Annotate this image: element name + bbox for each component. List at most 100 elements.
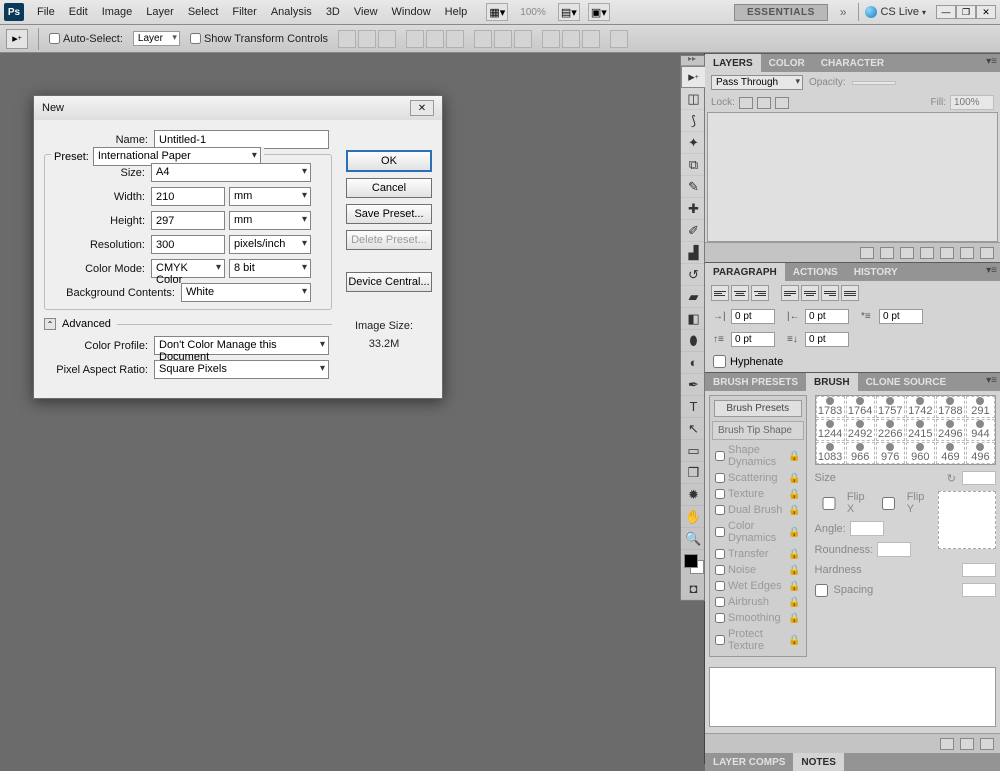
brush-tip-cell[interactable]: 944 xyxy=(966,419,995,441)
height-input[interactable] xyxy=(151,211,225,230)
tab-clone-source[interactable]: CLONE SOURCE xyxy=(858,373,955,391)
brush-tip-cell[interactable]: 960 xyxy=(906,442,935,464)
brush-option-noise[interactable]: Noise🔒 xyxy=(712,562,804,578)
layers-list[interactable] xyxy=(707,112,998,242)
roundness-field[interactable] xyxy=(877,542,911,557)
view-extras-icon[interactable]: ▤▾ xyxy=(558,3,580,21)
align-left-icon[interactable] xyxy=(406,30,424,48)
new-brush-icon[interactable] xyxy=(960,738,974,750)
fill-field[interactable]: 100% xyxy=(950,95,994,110)
tab-brush[interactable]: BRUSH xyxy=(806,373,858,391)
justify-left-icon[interactable] xyxy=(781,285,799,301)
size-field[interactable] xyxy=(962,471,996,485)
device-central-button[interactable]: Device Central... xyxy=(346,272,432,292)
spacing-checkbox[interactable] xyxy=(815,584,828,597)
brush-tip-cell[interactable]: 1244 xyxy=(816,419,845,441)
lasso-tool[interactable]: ⟆ xyxy=(681,110,706,132)
brush-option-shape-dynamics[interactable]: Shape Dynamics🔒 xyxy=(712,442,804,470)
width-unit-dropdown[interactable]: mm xyxy=(229,187,311,206)
menu-image[interactable]: Image xyxy=(95,3,140,21)
launch-bridge-icon[interactable]: ▦▾ xyxy=(486,3,508,21)
layer-mask-icon[interactable] xyxy=(900,247,914,259)
resolution-unit-dropdown[interactable]: pixels/inch xyxy=(229,235,311,254)
healing-tool[interactable]: ✚ xyxy=(681,198,706,220)
brush-tip-cell[interactable]: 469 xyxy=(936,442,965,464)
menu-3d[interactable]: 3D xyxy=(319,3,347,21)
link-layers-icon[interactable] xyxy=(860,247,874,259)
workspace-switcher[interactable]: ESSENTIALS xyxy=(734,4,828,21)
brush-option-transfer[interactable]: Transfer🔒 xyxy=(712,546,804,562)
auto-align-icon[interactable] xyxy=(610,30,628,48)
paragraph-panel-menu-icon[interactable]: ▾≡ xyxy=(986,265,997,276)
brush-presets-button[interactable]: Brush Presets xyxy=(714,400,802,417)
tab-history[interactable]: HISTORY xyxy=(846,263,906,281)
height-unit-dropdown[interactable]: mm xyxy=(229,211,311,230)
gradient-tool[interactable]: ◧ xyxy=(681,308,706,330)
resolution-input[interactable] xyxy=(151,235,225,254)
hand-tool[interactable]: ✋ xyxy=(681,506,706,528)
zoom-level[interactable]: 100% xyxy=(516,7,550,18)
save-preset-button[interactable]: Save Preset... xyxy=(346,204,432,224)
distribute-top-icon[interactable] xyxy=(474,30,492,48)
distribute-bottom-icon[interactable] xyxy=(514,30,532,48)
align-center-text-icon[interactable] xyxy=(731,285,749,301)
distribute-right-icon[interactable] xyxy=(582,30,600,48)
brush-tip-cell[interactable]: 1764 xyxy=(846,396,875,418)
brush-tip-cell[interactable]: 1742 xyxy=(906,396,935,418)
menu-edit[interactable]: Edit xyxy=(62,3,95,21)
spacing-field[interactable] xyxy=(962,583,996,597)
auto-select-target-dropdown[interactable]: Layer xyxy=(133,31,180,46)
menu-layer[interactable]: Layer xyxy=(139,3,181,21)
window-restore-button[interactable]: ❐ xyxy=(956,5,976,19)
indent-right-field[interactable] xyxy=(805,309,849,324)
bit-depth-dropdown[interactable]: 8 bit xyxy=(229,259,311,278)
dodge-tool[interactable]: ◐ xyxy=(681,352,706,374)
tab-layers[interactable]: LAYERS xyxy=(705,54,761,72)
brush-option-color-dynamics[interactable]: Color Dynamics🔒 xyxy=(712,518,804,546)
quick-select-tool[interactable]: ✦ xyxy=(681,132,706,154)
pen-tool[interactable]: ✒ xyxy=(681,374,706,396)
color-mode-dropdown[interactable]: CMYK Color xyxy=(151,259,225,278)
brush-tip-cell[interactable]: 966 xyxy=(846,442,875,464)
trash-icon[interactable] xyxy=(980,247,994,259)
brush-option-wet-edges[interactable]: Wet Edges🔒 xyxy=(712,578,804,594)
tab-layer-comps[interactable]: LAYER COMPS xyxy=(705,753,793,771)
justify-right-icon[interactable] xyxy=(821,285,839,301)
brush-option-protect-texture[interactable]: Protect Texture🔒 xyxy=(712,626,804,654)
cancel-button[interactable]: Cancel xyxy=(346,178,432,198)
tab-actions[interactable]: ACTIONS xyxy=(785,263,846,281)
angle-field[interactable] xyxy=(850,521,884,536)
eyedropper-tool[interactable]: ✎ xyxy=(681,176,706,198)
eraser-tool[interactable]: ▰ xyxy=(681,286,706,308)
brush-tip-cell[interactable]: 2496 xyxy=(936,419,965,441)
3d-tool[interactable]: ❒ xyxy=(681,462,706,484)
menu-view[interactable]: View xyxy=(347,3,385,21)
brush-tip-cell[interactable]: 291 xyxy=(966,396,995,418)
brush-option-scattering[interactable]: Scattering🔒 xyxy=(712,470,804,486)
tab-color[interactable]: COLOR xyxy=(761,54,813,72)
blur-tool[interactable]: ⬮ xyxy=(681,330,706,352)
brush-panel-menu-icon[interactable]: ▾≡ xyxy=(986,375,997,386)
foreground-swatch[interactable] xyxy=(684,554,698,568)
justify-center-icon[interactable] xyxy=(801,285,819,301)
crop-tool[interactable]: ⧉ xyxy=(681,154,706,176)
pixel-aspect-dropdown[interactable]: Square Pixels xyxy=(154,360,329,379)
menu-help[interactable]: Help xyxy=(438,3,475,21)
hardness-field[interactable] xyxy=(962,563,996,577)
quick-mask-toggle[interactable]: ◘ xyxy=(681,578,706,600)
justify-all-icon[interactable] xyxy=(841,285,859,301)
lock-position-icon[interactable] xyxy=(757,97,771,109)
brush-tip-cell[interactable]: 2492 xyxy=(846,419,875,441)
menu-analysis[interactable]: Analysis xyxy=(264,3,319,21)
indent-left-field[interactable] xyxy=(731,309,775,324)
reset-size-icon[interactable]: ↻ xyxy=(947,472,956,485)
width-input[interactable] xyxy=(151,187,225,206)
stamp-tool[interactable]: ▟ xyxy=(681,242,706,264)
toolbox-grip[interactable] xyxy=(681,56,704,66)
size-dropdown[interactable]: A4 xyxy=(151,163,311,182)
brush-option-texture[interactable]: Texture🔒 xyxy=(712,486,804,502)
brush-tip-cell[interactable]: 976 xyxy=(876,442,905,464)
first-line-indent-field[interactable] xyxy=(879,309,923,324)
opacity-field[interactable] xyxy=(852,81,896,85)
show-transform-checkbox[interactable]: Show Transform Controls xyxy=(190,33,328,45)
